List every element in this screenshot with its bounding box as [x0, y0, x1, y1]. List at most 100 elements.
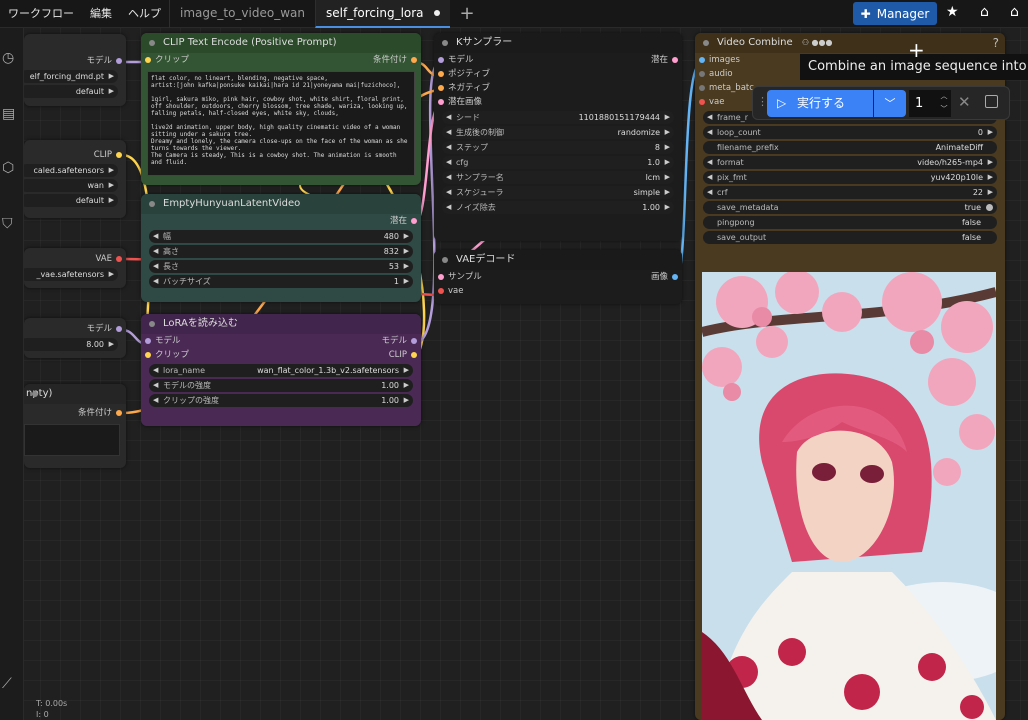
clip-input-port[interactable] [145, 57, 151, 63]
ksampler-node[interactable]: Kサンプラー モデル 潜在 ポジティブ ネガティブ 潜在画像 ◀ シード 11018… [434, 33, 682, 241]
model-library-icon[interactable]: ⬡ [2, 160, 20, 178]
ksampler-positive-port[interactable] [438, 71, 444, 77]
run-mode-dropdown[interactable]: ﹀ [874, 90, 906, 117]
prompt-textarea[interactable]: flat color, no lineart, blending, negati… [147, 71, 415, 176]
model-output[interactable]: モデル [24, 54, 126, 68]
clip-type-widget[interactable]: wan ▶ [24, 179, 118, 192]
vae-loader-node[interactable]: VAE _vae.safetensors ▶ [24, 248, 126, 288]
denoise-widget[interactable]: ◀ ノイズ除去 1.00 ▶ [442, 201, 674, 214]
lora-loader-node[interactable]: LoRAを読み込む モデル モデル クリップ CLIP ◀ lora_name wa… [141, 314, 421, 426]
star-icon[interactable]: ★ [946, 4, 959, 20]
negative-prompt-node[interactable]: npty) 条件付け [24, 384, 126, 468]
steps-widget[interactable]: ◀ ステップ 8 ▶ [442, 141, 674, 154]
vae-output[interactable]: VAE [24, 252, 126, 266]
shift-model-output[interactable]: モデル [24, 322, 126, 336]
latent-length-widget[interactable]: ◀ 長さ 53 ▶ [149, 260, 413, 273]
conditioning-port[interactable] [116, 410, 122, 416]
vae-decode-vae-port[interactable] [438, 288, 444, 294]
format-widget[interactable]: ◀ format video/h265-mp4 ▶ [703, 156, 997, 169]
clip-device-widget[interactable]: default ▶ [24, 194, 118, 207]
clip-loader-node[interactable]: CLIP caled.safetensors ▶ wan ▶ default ▶ [24, 140, 126, 218]
preview-illustration [702, 272, 996, 720]
unet-name-widget[interactable]: elf_forcing_dmd.pt ▶ [24, 70, 118, 83]
save-metadata-toggle[interactable]: save_metadata true [703, 201, 997, 214]
shift-widget[interactable]: 8.00 ▶ [24, 338, 118, 351]
canvas[interactable]: ワークフロー 編集 ヘルプ image_to_video_wan self_fo… [0, 0, 1028, 720]
node-library-sidebar-icon[interactable]: ▤ [2, 106, 20, 124]
tab-image-to-video-wan[interactable]: image_to_video_wan [169, 0, 315, 28]
pingpong-toggle[interactable]: pingpong false [703, 216, 997, 229]
vae-decode-samples-port[interactable] [438, 274, 444, 280]
clip-output[interactable]: CLIP [24, 148, 126, 162]
latent-output-port[interactable] [411, 218, 417, 224]
run-toolbar: ⋮⋮ ▷ 実行する ﹀ 1 ︿ ﹀ ✕ [752, 86, 1010, 120]
menu-workflow[interactable]: ワークフロー [0, 0, 82, 28]
lora-model-input-port[interactable] [145, 338, 151, 344]
cfg-widget[interactable]: ◀ cfg 1.0 ▶ [442, 156, 674, 169]
vae-decode-image-port[interactable] [672, 274, 678, 280]
clip-text-encode-node[interactable]: CLIP Text Encode (Positive Prompt) クリップ … [141, 33, 421, 185]
increment-icon[interactable]: ︿ [937, 90, 951, 103]
batch-count-input[interactable]: 1 [909, 90, 937, 117]
control-after-generate-widget[interactable]: ◀ 生成後の制御 randomize ▶ [442, 126, 674, 139]
lora-name-widget[interactable]: ◀ lora_name wan_flat_color_1.3b_v2.safeten… [149, 364, 413, 377]
ksampler-latent-output-port[interactable] [672, 57, 678, 63]
pix-fmt-widget[interactable]: ◀ pix_fmt yuv420p10le ▶ [703, 171, 997, 184]
seed-widget[interactable]: ◀ シード 1101880151179444 ▶ [442, 111, 674, 124]
lora-clip-output-port[interactable] [411, 352, 417, 358]
tab-self-forcing-lora[interactable]: self_forcing_lora [314, 0, 450, 28]
vae-port[interactable] [116, 256, 122, 262]
share-icon[interactable]: ⌂ [1010, 4, 1019, 20]
negative-text-area[interactable] [24, 424, 120, 456]
clip-name-widget[interactable]: caled.safetensors ▶ [24, 164, 118, 177]
latent-batch-widget[interactable]: ◀ バッチサイズ 1 ▶ [149, 275, 413, 288]
queue-icon[interactable]: ◷ [2, 50, 20, 68]
decrement-icon[interactable]: ﹀ [937, 103, 951, 116]
vc-images-port[interactable] [699, 57, 705, 63]
batch-stepper[interactable]: ︿ ﹀ [937, 90, 951, 117]
settings-icon[interactable]: ⟋ [2, 676, 20, 694]
help-icon[interactable]: ? [993, 33, 999, 53]
lora-model-strength-widget[interactable]: ◀ モデルの強度 1.00 ▶ [149, 379, 413, 392]
cancel-run-icon[interactable]: ✕ [958, 93, 971, 111]
latent-width-widget[interactable]: ◀ 幅 480 ▶ [149, 230, 413, 243]
latent-height-widget[interactable]: ◀ 高さ 832 ▶ [149, 245, 413, 258]
menu-help[interactable]: ヘルプ [120, 0, 169, 28]
vae-decode-node[interactable]: VAEデコード サンプル 画像 vae [434, 250, 682, 304]
menu-edit[interactable]: 編集 [82, 0, 120, 28]
clip-port[interactable] [116, 152, 122, 158]
ksampler-latent-port[interactable] [438, 99, 444, 105]
workflows-icon[interactable]: ⛉ [2, 216, 20, 234]
sampler-name-widget[interactable]: ◀ サンプラー名 lcm ▶ [442, 171, 674, 184]
crf-widget[interactable]: ◀ crf 22 ▶ [703, 186, 997, 199]
unet-loader-node[interactable]: モデル elf_forcing_dmd.pt ▶ default ▶ [24, 34, 126, 106]
ksampler-model-port[interactable] [438, 57, 444, 63]
ksampler-negative-port[interactable] [438, 85, 444, 91]
run-button[interactable]: ▷ 実行する [767, 90, 873, 117]
loop-count-widget[interactable]: ◀ loop_count 0 ▶ [703, 126, 997, 139]
neg-conditioning-output[interactable]: 条件付け [24, 406, 126, 420]
node-library-icon[interactable]: ⌂ [980, 4, 989, 20]
save-output-toggle[interactable]: save_output false [703, 231, 997, 244]
model-port[interactable] [116, 326, 122, 332]
add-tab-plus-icon[interactable]: + [450, 1, 485, 27]
lora-clip-strength-widget[interactable]: ◀ クリップの強度 1.00 ▶ [149, 394, 413, 407]
weight-dtype-widget[interactable]: default ▶ [24, 85, 118, 98]
vc-audio-port[interactable] [699, 71, 705, 77]
vae-name-widget[interactable]: _vae.safetensors ▶ [24, 268, 118, 281]
lora-model-output-port[interactable] [411, 338, 417, 344]
lora-clip-input-port[interactable] [145, 352, 151, 358]
model-sampling-node[interactable]: モデル 8.00 ▶ [24, 318, 126, 358]
conditioning-output-port[interactable] [411, 57, 417, 63]
arrow-left-icon: ◀ [446, 143, 452, 151]
vc-vae-port[interactable] [699, 99, 705, 105]
vc-meta-port[interactable] [699, 85, 705, 91]
model-port[interactable] [116, 58, 122, 64]
filename-prefix-widget[interactable]: filename_prefix AnimateDiff [703, 141, 997, 154]
left-sidebar: ◷ ▤ ⬡ ⛉ ⟋ [0, 28, 24, 720]
video-preview[interactable] [702, 272, 996, 720]
empty-latent-video-node[interactable]: EmptyHunyuanLatentVideo 潜在 ◀ 幅 480 ▶ ◀ 高さ 832… [141, 194, 421, 302]
scheduler-widget[interactable]: ◀ スケジューラ simple ▶ [442, 186, 674, 199]
manager-button[interactable]: ✚ Manager [853, 2, 937, 25]
stop-square-icon[interactable] [985, 95, 998, 108]
